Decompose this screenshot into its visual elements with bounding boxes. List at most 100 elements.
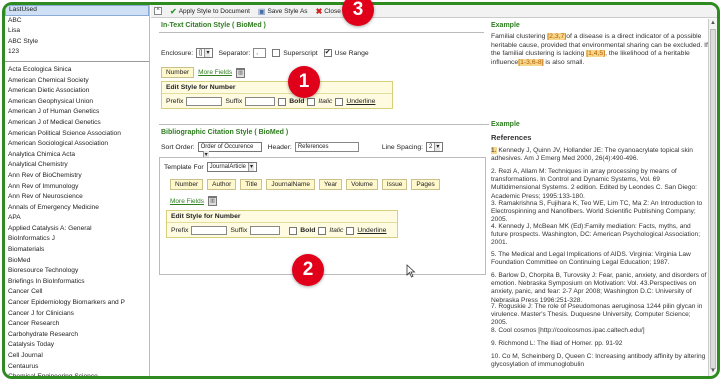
journal-list-item[interactable]: Ann Rev of Neuroscience [5, 192, 149, 203]
journal-list-item[interactable]: LastUsed [5, 5, 149, 16]
enclosure-select[interactable]: [] ▾ [196, 48, 214, 58]
journal-list-item[interactable]: Cell Journal [5, 351, 149, 362]
chevron-down-icon: ▾ [248, 163, 255, 171]
apply-style-button[interactable]: ✔ Apply Style to Document [170, 7, 250, 16]
trash-icon[interactable]: ▥ [236, 67, 246, 78]
bold-checkbox[interactable] [278, 97, 287, 106]
journal-list-item[interactable]: Cancer Research [5, 319, 149, 330]
more-fields-link[interactable]: More Fields [170, 198, 204, 205]
tab-field-author[interactable]: Author [207, 179, 237, 190]
reference-text: Ramakrishna S, Fujihara K, Teo WE, Lim T… [491, 200, 703, 224]
journal-list-item[interactable]: Acta Ecologica Sinica [5, 65, 149, 76]
suffix-input[interactable] [250, 226, 281, 235]
journal-list-item[interactable]: ABC [5, 16, 149, 27]
journal-list-item[interactable]: American J of Human Genetics [5, 107, 149, 118]
intext-example: Familial clustering [2,3,7]of a disease … [491, 33, 708, 66]
reference-entry: 3. Ramakrishna S, Fujihara K, Teo WE, Li… [491, 200, 707, 225]
template-select[interactable]: JournalArticle ▾ [206, 162, 258, 172]
journal-list-item[interactable]: Chemical Engineering Science [5, 372, 149, 376]
journal-list-item[interactable]: Centaurus [5, 362, 149, 373]
italic-checkbox[interactable] [307, 97, 316, 106]
journal-list-item[interactable]: APA [5, 213, 149, 224]
save-style-as-button[interactable]: ▣ Save Style As [258, 7, 308, 16]
prefix-input[interactable] [186, 97, 223, 106]
journal-list-item[interactable]: American Dietic Association [5, 86, 149, 97]
journal-list-item[interactable]: Ann Rev of BioChemistry [5, 171, 149, 182]
separator-input[interactable]: , [253, 48, 267, 58]
bold-checkbox[interactable] [289, 226, 298, 235]
tab-field-volume[interactable]: Volume [346, 179, 378, 190]
scroll-up-icon[interactable]: ▲ [709, 19, 717, 28]
reference-number: 10. [491, 353, 501, 360]
journal-list-item[interactable]: American Political Science Association [5, 129, 149, 140]
trash-icon[interactable]: ▥ [207, 196, 217, 206]
journal-list-item[interactable]: ABC Style [5, 37, 149, 48]
journal-list-item[interactable]: Ann Rev of Immunology [5, 182, 149, 193]
journal-list-item[interactable]: Annals of Emergency Medicine [5, 203, 149, 214]
save-icon: ▣ [257, 6, 266, 16]
mouse-cursor-icon [406, 264, 416, 278]
reference-entry: 4. Kennedy J, McBean MK (Ed):Family medi… [491, 223, 707, 248]
style-editor-window: LastUsed ABC Lisa ABC Style 123 Acta Ecologic… [2, 2, 720, 379]
callout-badge-2: 2 [292, 254, 324, 286]
journal-list-item[interactable]: BioMed [5, 256, 149, 267]
journal-list-item[interactable]: Bioresource Technology [5, 266, 149, 277]
sort-row: Sort Order: Order of Occurence▾ Header: … [161, 142, 444, 159]
journal-list-item[interactable]: 123 [5, 47, 149, 58]
journal-list-item[interactable]: Lisa [5, 26, 149, 37]
more-fields-link[interactable]: More Fields [198, 69, 232, 76]
tab-field-pages[interactable]: Pages [411, 179, 440, 190]
checkmark-icon: ✔ [170, 6, 177, 16]
use-range-checkbox[interactable]: ✔ [323, 49, 332, 57]
journal-list-item[interactable]: Carbohydrate Research [5, 330, 149, 341]
reference-text: Kennedy J, McBean MK (Ed):Family mediati… [491, 223, 701, 247]
suffix-input[interactable] [245, 97, 276, 106]
journal-list-item[interactable]: American Geophysical Union [5, 97, 149, 108]
reference-text: Kennedy J, Quinn JV, Hollander JE: The c… [491, 147, 693, 163]
journal-list-item[interactable]: Cancer Epidemiology Biomarkers and P [5, 298, 149, 309]
tab-field-year[interactable]: Year [319, 179, 343, 190]
tab-number[interactable]: Number [161, 67, 195, 78]
journal-list-item[interactable]: Applied Catalysis A: General [5, 224, 149, 235]
biblio-header: Bibliographic Citation Style ( BioMed ) [161, 129, 289, 136]
superscript-checkbox[interactable] [272, 49, 281, 57]
journal-list-item[interactable]: BioInformatics J [5, 234, 149, 245]
journal-list-item[interactable]: Analytical Chemistry [5, 160, 149, 171]
close-button[interactable]: ✖ Close [316, 7, 341, 16]
tab-field-issue[interactable]: Issue [381, 179, 408, 190]
tab-field-number[interactable]: Number [170, 179, 204, 190]
journal-list-item[interactable]: Biomaterials [5, 245, 149, 256]
biblio-field-tabs: Number Author Title JournalName Year Volume Is… [170, 179, 440, 190]
journal-list-item[interactable]: Catalysis Today [5, 340, 149, 351]
underline-checkbox[interactable] [346, 226, 355, 235]
reference-entry: 2. Rezi A, Allam M: Techniques in array … [491, 168, 707, 201]
enclosure-row: Enclosure: [] ▾ Separator: , Superscript … [161, 48, 369, 58]
journal-list-item[interactable]: Analytica Chimica Acta [5, 150, 149, 161]
vertical-scrollbar[interactable]: ▲ ▼ [708, 19, 717, 376]
scroll-down-icon[interactable]: ▼ [709, 367, 717, 376]
italic-checkbox[interactable] [318, 226, 327, 235]
line-spacing-select[interactable]: 2 ▾ [426, 142, 444, 152]
journal-list-item[interactable]: Briefings In BioInformatics [5, 277, 149, 288]
tab-field-journalname[interactable]: JournalName [266, 179, 315, 190]
prefix-input[interactable] [191, 226, 228, 235]
reference-text: Roguskie J: The role of Pseudomonas aeru… [491, 303, 703, 327]
biblio-edit-style-box: Edit Style for Number Prefix Suffix Bold… [166, 210, 398, 238]
collapse-icon[interactable]: ^ [154, 7, 162, 15]
underline-checkbox[interactable] [335, 97, 344, 106]
reference-text: Co M, Scheinberg D, Queen C: Increasing … [491, 353, 706, 369]
journal-list-item[interactable]: Cancer J for Clinicians [5, 309, 149, 320]
example-panel: Example Familial clustering [2,3,7]of a … [491, 19, 716, 376]
journal-list-item[interactable]: American J of Medical Genetics [5, 118, 149, 129]
journal-style-list[interactable]: LastUsed ABC Lisa ABC Style 123 Acta Ecologic… [5, 5, 150, 376]
tab-field-title[interactable]: Title [240, 179, 263, 190]
journal-list-item[interactable]: American Sociological Association [5, 139, 149, 150]
journal-list-item[interactable]: Cancer Cell [5, 287, 149, 298]
intext-citation-section: In-Text Citation Style ( BioMed ) Enclos… [151, 19, 488, 119]
header-input[interactable]: References [294, 142, 359, 152]
journal-list-item[interactable]: American Chemical Society [5, 76, 149, 87]
scrollbar-thumb[interactable] [710, 29, 716, 369]
sort-order-select[interactable]: Order of Occurence▾ [197, 142, 262, 159]
reference-text: Barlow D, Chorpita B, Turovsky J: Fear, … [491, 272, 707, 304]
example-header: Example [491, 121, 520, 128]
